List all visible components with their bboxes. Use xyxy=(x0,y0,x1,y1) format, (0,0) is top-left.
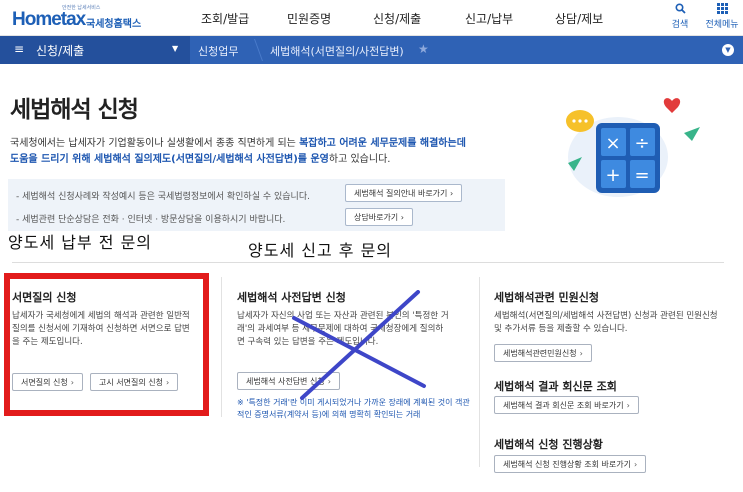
grid-icon xyxy=(702,3,742,17)
star-icon[interactable]: ★ xyxy=(418,42,429,56)
button-label: 세법해석관련민원신청 xyxy=(503,349,577,358)
chevron-down-icon[interactable]: ▼ xyxy=(722,44,734,56)
search-button[interactable]: 검색 xyxy=(664,3,696,30)
svg-text:÷: ÷ xyxy=(634,133,649,154)
button-label: 세법해석 신청 진행상황 조회 바로가기 xyxy=(503,460,631,469)
button-label: 상담바로가기 xyxy=(354,213,399,222)
intro-part: 국세청에서는 납세자가 기업활동이나 실생활에서 종종 직면하게 되는 xyxy=(10,138,300,149)
intro-highlight: 복잡하고 어려운 세무문제를 해결하는데 xyxy=(299,138,466,149)
menu-apply-submit[interactable]: 신청/제출 xyxy=(373,10,421,27)
chevron-right-icon: › xyxy=(579,349,583,358)
chevron-right-icon: › xyxy=(626,401,630,410)
all-menu-label: 전체메뉴 xyxy=(705,20,739,30)
svg-text:×: × xyxy=(605,133,620,154)
chevron-right-icon: › xyxy=(400,213,404,222)
result-reply-button[interactable]: 세법해석 결과 회신문 조회 바로가기 › xyxy=(494,396,639,414)
result-reply-title: 세법해석 결과 회신문 조회 xyxy=(494,380,617,393)
column-divider xyxy=(221,277,222,417)
button-label: 세법해석 질의안내 바로가기 xyxy=(354,189,448,198)
breadcrumb-separator xyxy=(253,39,264,61)
intro-highlight: 도움을 드리기 위해 세법해석 질의제도(서면질의/세법해석 사전답변)를 운영 xyxy=(10,154,329,165)
consultation-button[interactable]: 상담바로가기 › xyxy=(345,208,413,226)
civil-request-title: 세법해석관련 민원신청 xyxy=(494,291,600,304)
chevron-right-icon: › xyxy=(449,189,454,198)
search-icon xyxy=(664,3,696,17)
civil-request-button[interactable]: 세법해석관련민원신청 › xyxy=(494,344,592,362)
logo-wordmark: Hometax xyxy=(12,9,86,30)
logo-korean-name: 국세청홈택스 xyxy=(86,19,142,30)
hamburger-icon: ≡ xyxy=(14,42,25,56)
intro-part: 하고 있습니다. xyxy=(328,154,391,165)
menu-civil-certificate[interactable]: 민원증명 xyxy=(287,10,331,27)
info-box: - 세법해석 신청사례와 작성예시 등은 국세법령정보에서 확인하실 수 있습니… xyxy=(8,179,505,231)
info-line-cases: - 세법해석 신청사례와 작성예시 등은 국세법령정보에서 확인하실 수 있습니… xyxy=(16,192,310,202)
intro-text: 국세청에서는 납세자가 기업활동이나 실생활에서 종종 직면하게 되는 복잡하고… xyxy=(10,136,510,168)
breadcrumb: ≡ 신청/제출 ▼ 신청업무 세법해석(서면질의/사전답변) ★ ▼ xyxy=(0,36,743,64)
section-divider xyxy=(12,262,724,263)
button-label: 세법해석 결과 회신문 조회 바로가기 xyxy=(503,401,624,410)
annotation-before-payment: 양도세 납부 전 문의 xyxy=(8,233,153,252)
menu-inquiry-issue[interactable]: 조회/발급 xyxy=(201,10,249,27)
menu-consult-report[interactable]: 상담/제보 xyxy=(555,10,603,27)
chevron-right-icon: › xyxy=(633,460,638,469)
blue-x-mark xyxy=(292,290,426,400)
menu-report-pay[interactable]: 신고/납부 xyxy=(465,10,513,27)
breadcrumb-menu-label: 신청/제출 xyxy=(36,44,85,58)
civil-request-desc: 세법해석(서면질의/세법해석 사전답변) 신청과 관련된 민원신청 및 추가서류… xyxy=(494,311,718,334)
svg-text:=: = xyxy=(634,165,649,186)
progress-status-button[interactable]: 세법해석 신청 진행상황 조회 바로가기 › xyxy=(494,455,647,473)
calculator-illustration: × ÷ + = xyxy=(566,98,700,197)
page-title: 세법해석 신청 xyxy=(10,97,139,123)
svg-text:+: + xyxy=(605,165,620,186)
breadcrumb-item-apply[interactable]: 신청업무 xyxy=(198,43,238,59)
annotation-after-filing: 양도세 신고 후 문의 xyxy=(248,241,393,260)
info-line-consult: - 세법관련 단순상담은 전화 · 인터넷 · 방문상담을 이용하시기 바랍니다… xyxy=(16,215,286,225)
progress-status-title: 세법해석 신청 진행상황 xyxy=(494,438,603,451)
tax-inquiry-guide-button[interactable]: 세법해석 질의안내 바로가기 › xyxy=(345,184,463,202)
caret-down-icon: ▼ xyxy=(172,44,179,53)
all-menu-button[interactable]: 전체메뉴 xyxy=(702,3,742,30)
red-highlight-box xyxy=(4,273,209,416)
column-divider xyxy=(479,277,480,467)
breadcrumb-item-tax-interpretation[interactable]: 세법해석(서면질의/사전답변) xyxy=(270,43,404,59)
search-label: 검색 xyxy=(671,20,689,30)
top-navigation: 안전한 납세서비스 Hometax 국세청홈택스 조회/발급 민원증명 신청/제… xyxy=(0,0,743,36)
breadcrumb-menu-dropdown[interactable]: ≡ 신청/제출 ▼ xyxy=(0,36,190,64)
